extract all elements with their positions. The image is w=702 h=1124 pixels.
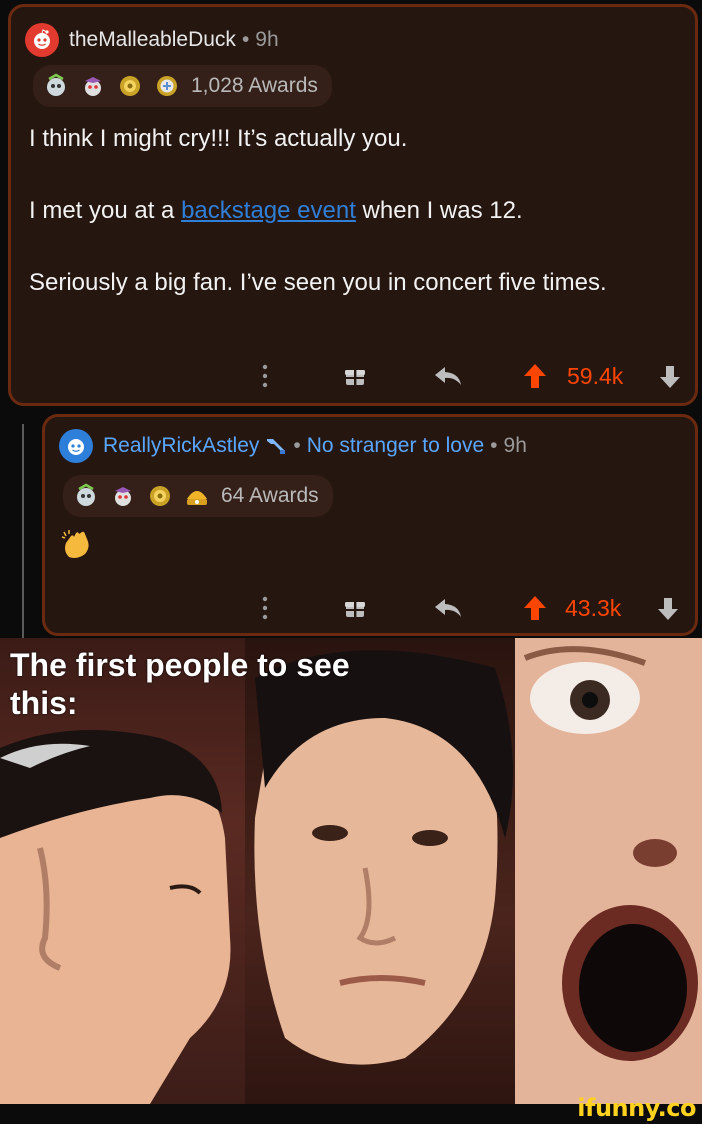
award-icon: [47, 73, 65, 96]
backstage-event-link[interactable]: backstage event: [181, 197, 356, 224]
score: 43.3k: [565, 595, 622, 621]
gift-icon[interactable]: [343, 364, 367, 388]
awards-count: 1,028 Awards: [191, 74, 318, 97]
timestamp: 9h: [503, 434, 527, 457]
more-dots-icon[interactable]: [261, 363, 269, 389]
meme-image: The first people to see this:: [0, 638, 702, 1104]
award-icon: [85, 77, 101, 96]
downvote-icon[interactable]: [659, 365, 681, 389]
body-text-segment: I met you at a: [29, 197, 182, 224]
clap-icon: [61, 530, 89, 558]
reply-comment-card: ReallyRickAstley • No stranger to love •…: [42, 414, 698, 636]
meme-caption: The first people to see this:: [10, 647, 350, 721]
separator-dot: •: [490, 434, 498, 457]
award-icon: [157, 76, 177, 96]
separator-dot: •: [293, 434, 301, 457]
timestamp: 9h: [255, 28, 279, 51]
reddit-avatar-icon[interactable]: [25, 23, 59, 57]
reply-icon[interactable]: [433, 597, 463, 619]
awards-pill[interactable]: 64 Awards: [63, 475, 333, 517]
reddit-avatar-icon[interactable]: [59, 429, 93, 463]
gift-icon[interactable]: [343, 596, 367, 620]
ifunny-watermark[interactable]: ifunny.co: [577, 1094, 696, 1122]
comment-body-line: I think I might cry!!! It’s actually you…: [29, 125, 408, 152]
downvote-icon[interactable]: [657, 597, 679, 621]
username[interactable]: theMalleableDuck: [69, 28, 236, 52]
comment-body-line: Seriously a big fan. I’ve seen you in co…: [29, 269, 607, 296]
award-icon: [187, 491, 207, 505]
award-icon: [120, 76, 140, 96]
comment-header: ReallyRickAstley • No stranger to love •…: [59, 429, 527, 463]
username[interactable]: ReallyRickAstley: [103, 434, 259, 458]
upvote-icon[interactable]: [523, 595, 547, 621]
user-flair: No stranger to love: [306, 434, 485, 457]
comment-header: theMalleableDuck • 9h: [25, 23, 279, 57]
comment-body-line: I met you at a backstage event when I wa…: [29, 195, 679, 227]
comment-card: theMalleableDuck • 9h 1,028 Awards I thi…: [8, 4, 698, 406]
body-text-segment: when I was 12.: [355, 197, 523, 224]
more-dots-icon[interactable]: [261, 595, 269, 621]
awards-pill[interactable]: 1,028 Awards: [33, 65, 332, 107]
separator-dot: •: [241, 28, 250, 51]
wrench-icon: [267, 439, 286, 454]
award-icon: [77, 483, 95, 506]
thread-line[interactable]: [22, 424, 24, 638]
award-icon: [115, 487, 131, 506]
reply-icon[interactable]: [433, 365, 463, 387]
award-icon: [150, 486, 170, 506]
meme-panel-right: [515, 638, 702, 1104]
upvote-icon[interactable]: [523, 363, 547, 389]
awards-count: 64 Awards: [221, 484, 319, 507]
score: 59.4k: [567, 363, 624, 389]
